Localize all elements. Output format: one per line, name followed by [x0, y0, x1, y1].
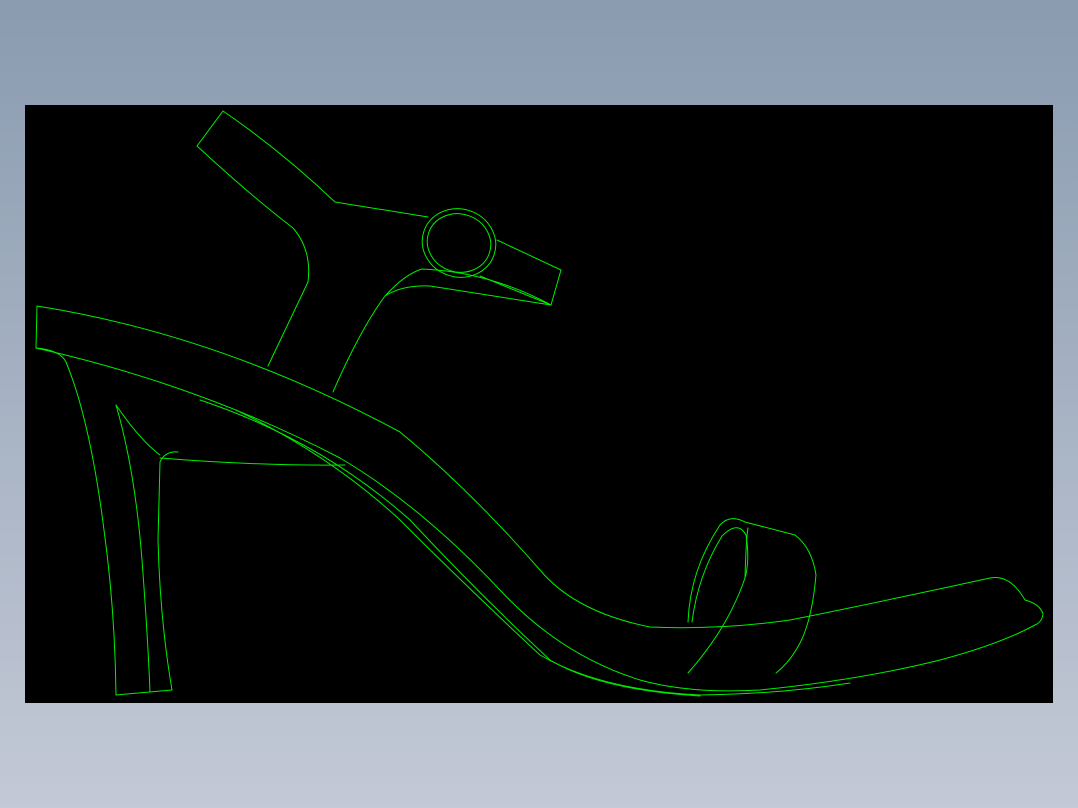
- sole-upper-line: [35, 347, 1036, 692]
- ankle-strap-inner-edge: [196, 145, 310, 367]
- heel: [65, 361, 179, 696]
- insole-top: [36, 305, 1026, 629]
- buckle: [421, 208, 497, 278]
- heel-inner-line: [115, 404, 151, 693]
- sandal-drawing: [35, 110, 1044, 697]
- shank-line: [235, 409, 851, 696]
- toe-strap: [687, 518, 817, 674]
- heel-counter: [332, 268, 552, 393]
- cad-viewport[interactable]: [25, 105, 1053, 703]
- outsole-bottom: [159, 399, 701, 697]
- toe-tip: [1024, 599, 1044, 626]
- ankle-strap-outline: [196, 110, 429, 218]
- ankle-strap: [196, 110, 429, 367]
- heel-front-edge: [157, 451, 179, 691]
- heel-back-edge: [65, 361, 117, 696]
- strap-tip: [479, 239, 562, 306]
- heel-base: [115, 689, 173, 696]
- toe-strap-inner: [687, 527, 749, 674]
